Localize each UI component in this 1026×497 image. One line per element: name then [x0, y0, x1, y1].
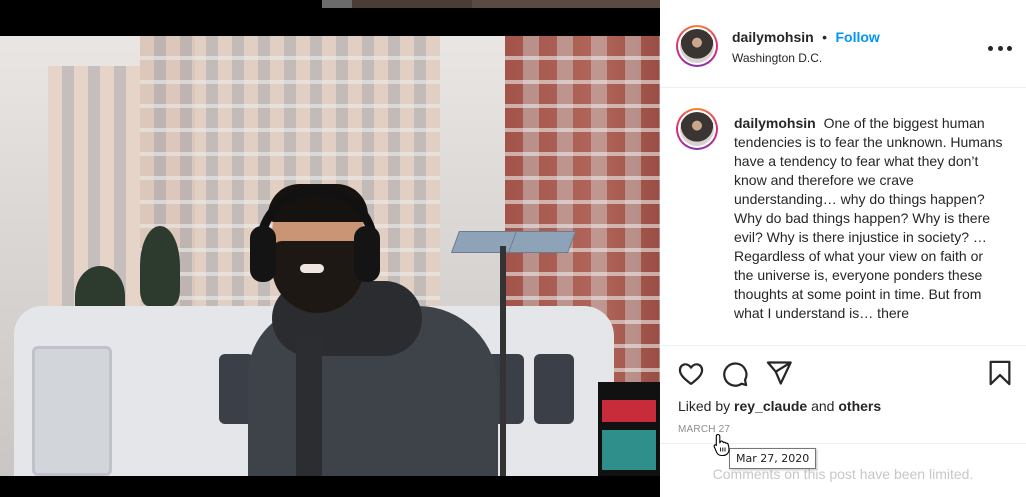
location-link[interactable]: Washington D.C.: [732, 51, 822, 65]
post-header: dailymohsin • Follow Washington D.C.: [660, 8, 1026, 88]
caption-avatar[interactable]: [676, 108, 718, 150]
headphone-cup: [354, 226, 380, 282]
caption-text: dailymohsin One of the biggest human ten…: [734, 114, 1004, 323]
lamp-pole: [500, 246, 506, 476]
header-username[interactable]: dailymohsin: [732, 29, 814, 45]
person-scarf-tail: [296, 336, 322, 476]
liked-by-user[interactable]: rey_claude: [734, 398, 807, 414]
heart-icon[interactable]: [677, 360, 705, 388]
caption-area: dailymohsin One of the biggest human ten…: [660, 88, 1026, 346]
separator-dot: •: [822, 29, 828, 45]
top-strip: [322, 0, 660, 8]
bookmark-icon[interactable]: [986, 359, 1014, 387]
avatar[interactable]: [676, 25, 718, 67]
likes-summary: Liked by rey_claude and others: [678, 398, 881, 414]
likes-and: and: [811, 398, 835, 414]
paper-plane-icon[interactable]: [765, 359, 793, 387]
date-tooltip: Mar 27, 2020: [729, 448, 817, 469]
liked-by-others[interactable]: others: [838, 398, 881, 414]
post-sidebar: dailymohsin • Follow Washington D.C. dai…: [660, 0, 1026, 497]
tree: [140, 226, 180, 306]
street-sign: [598, 382, 660, 476]
post-actions: Liked by rey_claude and others MARCH 27: [660, 346, 1026, 444]
post-media: [0, 0, 660, 497]
likes-prefix: Liked by: [678, 398, 731, 414]
comment-icon[interactable]: [721, 360, 749, 388]
header-user-line: dailymohsin • Follow: [732, 29, 880, 47]
caption-body: One of the biggest human tendencies is t…: [734, 115, 1003, 321]
comments-limited-notice: Comments on this post have been limited.: [712, 466, 974, 482]
caption-username[interactable]: dailymohsin: [734, 115, 816, 131]
follow-button[interactable]: Follow: [836, 29, 880, 45]
more-options-icon[interactable]: [988, 43, 1012, 53]
solar-panel: [507, 231, 577, 253]
hand-cursor-icon: [713, 433, 730, 457]
headphone-cup: [250, 226, 276, 282]
post-photo[interactable]: [0, 36, 660, 476]
